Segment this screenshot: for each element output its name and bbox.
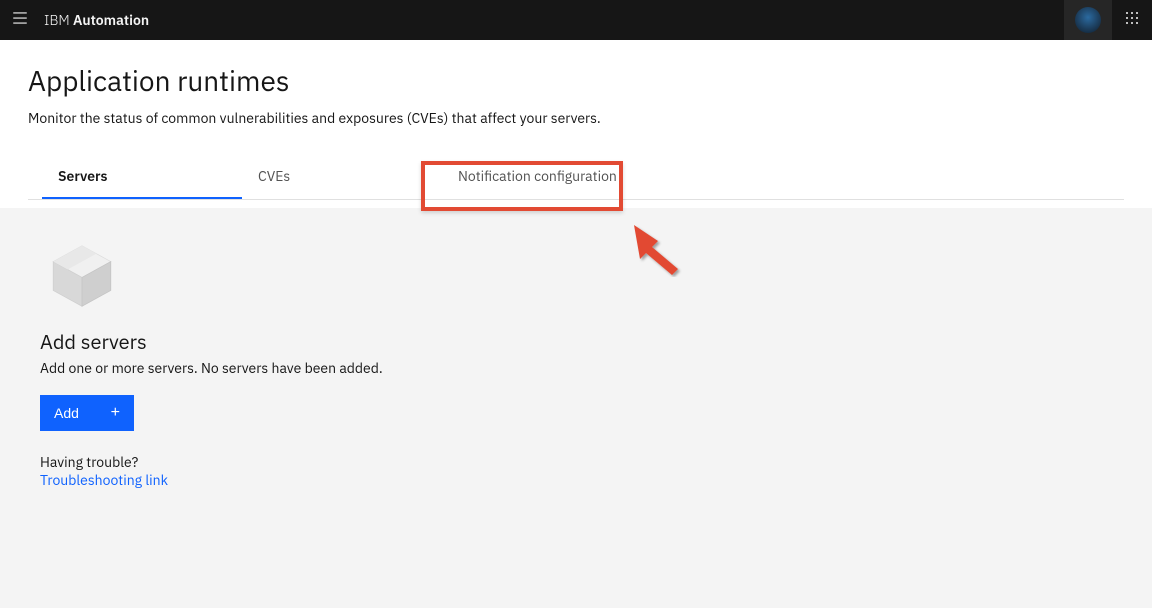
tab-notification-configuration[interactable]: Notification configuration — [442, 155, 642, 199]
user-avatar-button[interactable] — [1064, 0, 1112, 40]
empty-state-description: Add one or more servers. No servers have… — [40, 359, 1112, 377]
troubleshooting-block: Having trouble? Troubleshooting link — [40, 453, 1112, 489]
top-navbar: IBM Automation — [0, 0, 1152, 40]
add-button[interactable]: Add + — [40, 395, 134, 431]
empty-state-title: Add servers — [40, 328, 1112, 355]
add-button-label: Add — [54, 405, 79, 421]
topbar-right — [1064, 0, 1152, 40]
app-grid-icon — [1124, 10, 1140, 31]
empty-state: Add servers Add one or more servers. No … — [40, 240, 1112, 489]
page-description: Monitor the status of common vulnerabili… — [28, 109, 1124, 127]
avatar-icon — [1075, 7, 1101, 33]
hamburger-menu-button[interactable] — [0, 0, 40, 40]
tab-servers[interactable]: Servers — [42, 155, 242, 199]
page-title: Application runtimes — [28, 62, 1124, 99]
app-switcher-button[interactable] — [1112, 0, 1152, 40]
topbar-left: IBM Automation — [0, 0, 149, 40]
brand-label: IBM Automation — [40, 11, 149, 29]
content-area: Add servers Add one or more servers. No … — [0, 208, 1152, 608]
troubleshooting-link[interactable]: Troubleshooting link — [40, 471, 168, 489]
plus-icon: + — [111, 405, 120, 421]
trouble-label: Having trouble? — [40, 453, 1112, 471]
brand-light: IBM — [44, 11, 73, 29]
brand-bold: Automation — [73, 11, 149, 29]
package-icon — [46, 240, 118, 312]
hamburger-icon — [11, 9, 29, 32]
tabs-container: Servers CVEs Notification configuration — [28, 155, 1124, 200]
tab-cves[interactable]: CVEs — [242, 155, 442, 199]
page-header: Application runtimes Monitor the status … — [0, 40, 1152, 208]
